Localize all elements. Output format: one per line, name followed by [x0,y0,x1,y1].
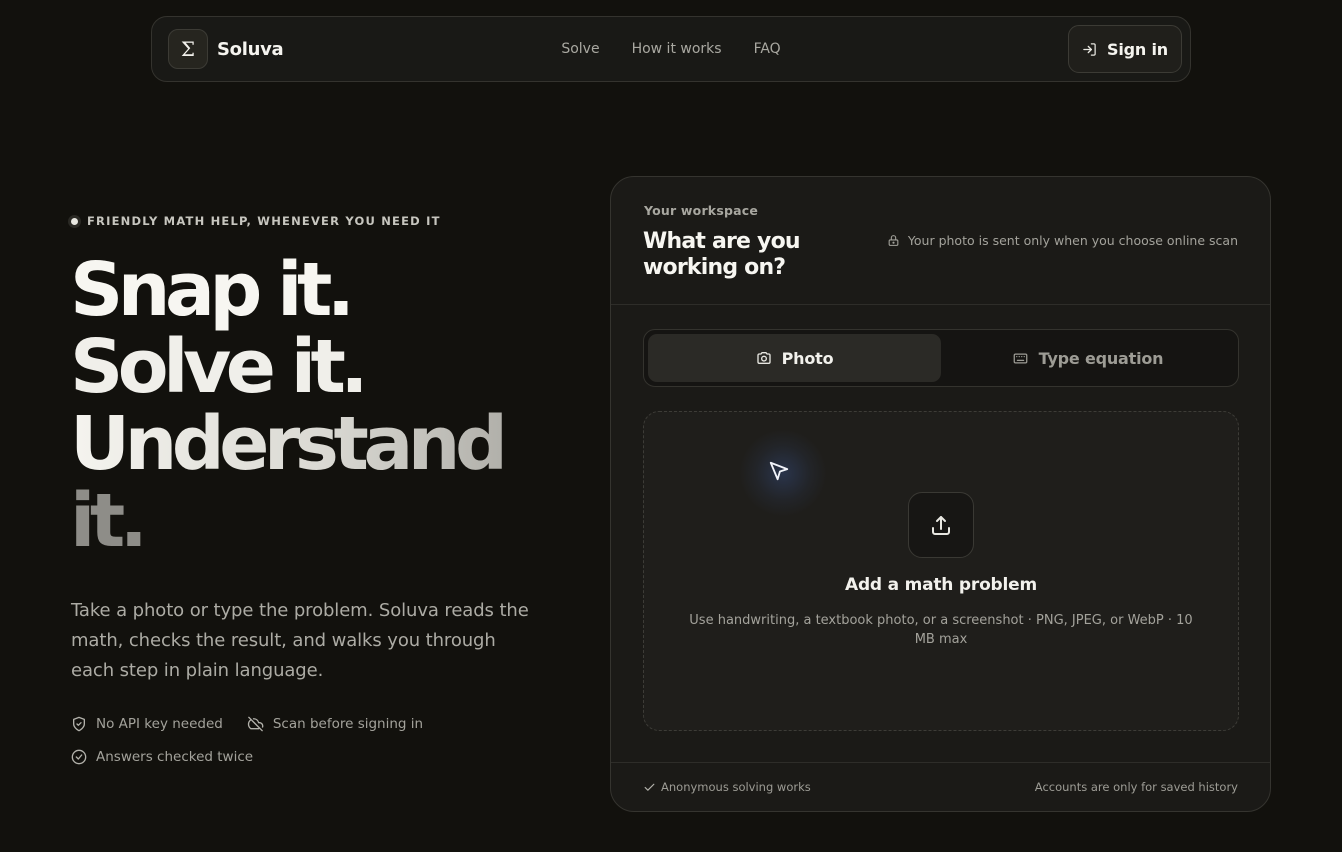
lock-icon [888,235,899,246]
check-circle-icon [71,749,87,765]
keyboard-icon [1013,353,1027,363]
sign-in-button[interactable]: Sign in [1068,25,1182,73]
hero-eyebrow: FRIENDLY MATH HELP, WHENEVER YOU NEED IT [68,214,441,228]
hero-description: Take a photo or type the problem. Soluva… [71,600,529,681]
feature-list: No API key needed Scan before signing in… [71,716,541,782]
privacy-note: Your photo is sent only when you choose … [887,233,1238,248]
upload-dropzone[interactable]: Add a math problem Use handwriting, a te… [643,411,1239,731]
sign-in-label: Sign in [1107,39,1168,59]
headline-line-3: Understand [70,406,590,483]
nav-link-solve[interactable]: Solve [561,41,599,57]
dropzone-title: Add a math problem [844,575,1037,595]
workspace-header: Your workspace What are you working on? … [611,177,1270,305]
feature-label: Scan before signing in [272,716,424,732]
top-navbar: Σ Soluva Solve How it works FAQ Sign in [151,16,1191,82]
feature-item: No API key needed [71,716,223,732]
workspace-footer: Anonymous solving works Accounts are onl… [611,762,1270,811]
headline-line-1: Snap it. [70,247,355,333]
headline-line-4: it. [70,478,148,564]
feature-item: Answers checked twice [71,749,253,765]
workspace-title: What are you working on? [643,229,801,280]
nav-link-how-it-works[interactable]: How it works [632,41,722,57]
nav-link-faq[interactable]: FAQ [754,41,781,57]
status-dot-icon [68,214,81,228]
upload-button[interactable] [908,492,974,558]
accounts-note: Accounts are only for saved history [1034,780,1238,794]
nav-links: Solve How it works FAQ [152,17,1190,81]
check-icon [644,783,655,791]
brand-name: Soluva [217,38,284,60]
feature-label: Answers checked twice [96,749,254,765]
sigma-logo-icon: Σ [168,29,208,69]
hero-headline: Snap it. Solve it. Understand it. [70,252,590,560]
upload-icon [932,516,950,535]
feature-label: No API key needed [96,716,223,732]
tab-photo[interactable]: Photo [648,334,941,382]
tab-type-equation[interactable]: Type equation [941,334,1234,382]
input-mode-tabs: Photo Type equation [643,329,1239,387]
sign-in-icon [1083,42,1096,56]
feature-item: Scan before signing in [247,716,423,732]
tab-type-equation-label: Type equation [1038,348,1164,368]
brand-logo[interactable]: Σ Soluva [168,29,284,69]
tab-photo-label: Photo [781,348,834,368]
headline-line-2: Solve it. [70,324,369,410]
workspace-card: Your workspace What are you working on? … [610,176,1271,812]
privacy-note-text: Your photo is sent only when you choose … [907,233,1238,248]
cursor-pointer-icon [769,461,789,481]
camera-icon [756,352,771,364]
shield-check-icon [73,716,85,732]
cloud-off-icon [247,716,264,732]
dropzone-subtitle: Use handwriting, a textbook photo, or a … [689,613,1193,647]
anonymous-note: Anonymous solving works [643,780,811,794]
anonymous-note-text: Anonymous solving works [661,780,811,794]
workspace-label: Your workspace [644,203,759,218]
eyebrow-text: FRIENDLY MATH HELP, WHENEVER YOU NEED IT [87,214,441,228]
